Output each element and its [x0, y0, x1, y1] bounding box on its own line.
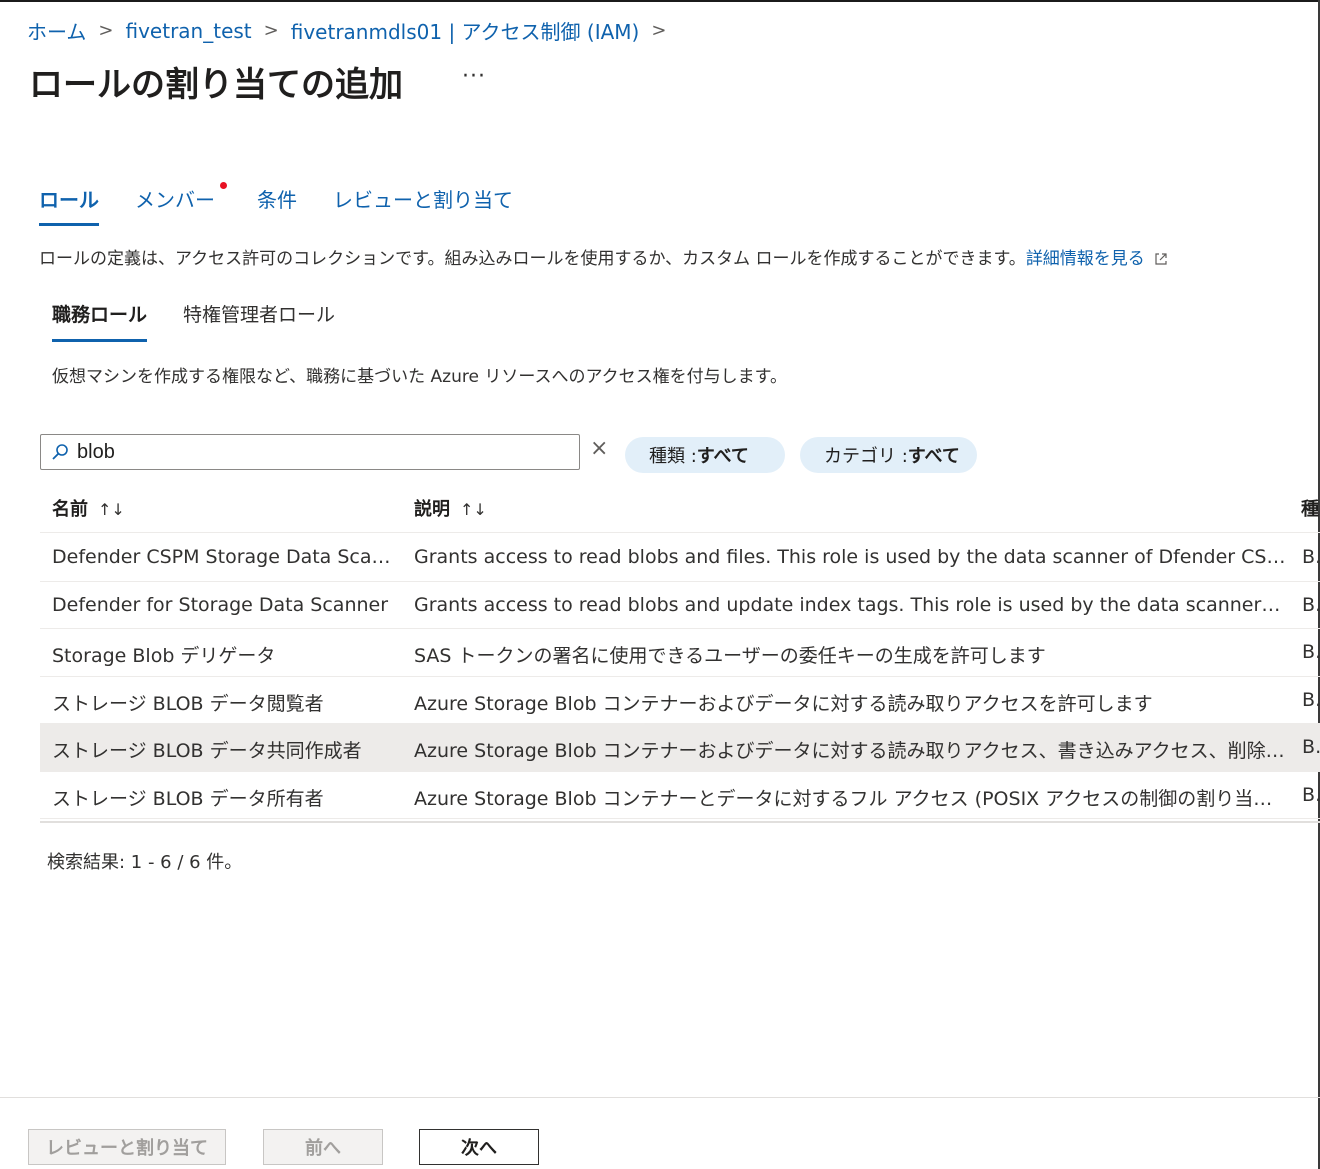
tab-privileged-admin-roles[interactable]: 特権管理者ロール — [183, 300, 335, 342]
required-dot-icon — [220, 182, 227, 189]
column-name-label: 名前 — [52, 499, 88, 520]
next-button[interactable]: 次へ — [419, 1129, 539, 1165]
role-description-cell: Azure Storage Blob コンテナーおよびデータに対する読み取りアク… — [414, 740, 1286, 762]
table-row[interactable]: Defender for Storage Data Scanner Grants… — [40, 582, 1320, 629]
column-description-label: 説明 — [414, 499, 450, 520]
tab-conditions-label: 条件 — [257, 188, 297, 212]
column-header-name[interactable]: 名前 ↑↓ — [52, 495, 125, 521]
clear-search-icon[interactable]: × — [590, 436, 608, 461]
role-description-cell: Azure Storage Blob コンテナーおよびデータに対する読み取りアク… — [414, 692, 1153, 715]
chevron-right-icon: > — [263, 20, 279, 41]
tab-job-function-roles[interactable]: 職務ロール — [52, 300, 148, 342]
breadcrumb-iam[interactable]: fivetranmdls01 | アクセス制御 (IAM) — [291, 16, 640, 45]
role-type-cell: BuiltInRole — [1302, 641, 1320, 663]
role-type-cell: BuiltInRole — [1302, 783, 1320, 806]
table-row[interactable]: Defender CSPM Storage Data Scanner Grant… — [40, 534, 1320, 582]
intro-description: ロールの定義は、アクセス許可のコレクションです。組み込みロールを使用するか、カス… — [39, 249, 1026, 269]
role-type-cell: BuiltInRole — [1302, 736, 1320, 758]
review-assign-button[interactable]: レビューと割り当て — [28, 1129, 226, 1165]
role-type-cell: BuiltInRole — [1302, 593, 1320, 616]
type-filter-pill[interactable]: 種類 : すべて — [625, 437, 785, 473]
tab-members[interactable]: メンバー — [135, 182, 227, 226]
category-filter-pill[interactable]: カテゴリ : すべて — [800, 437, 977, 473]
table-row[interactable]: Storage Blob デリゲータ SAS トークンの署名に使用できるユーザー… — [40, 629, 1320, 677]
tab-review-assign[interactable]: レビューと割り当て — [333, 184, 513, 226]
category-filter-label: カテゴリ : — [824, 446, 908, 467]
column-header-type[interactable]: 種 — [1301, 495, 1319, 521]
tab-conditions[interactable]: 条件 — [257, 184, 297, 226]
table-row[interactable]: ストレージ BLOB データ所有者 Azure Storage Blob コンテ… — [40, 772, 1320, 819]
role-description-cell: Grants access to read blobs and update i… — [414, 593, 1286, 616]
external-link-icon — [1155, 253, 1167, 265]
window-top-border — [0, 0, 1320, 2]
table-header: 名前 ↑↓ 説明 ↑↓ 種 — [40, 486, 1320, 533]
category-filter-value: すべて — [907, 446, 960, 467]
sort-arrows-icon: ↑↓ — [460, 500, 487, 519]
intro-text: ロールの定義は、アクセス許可のコレクションです。組み込みロールを使用するか、カス… — [39, 244, 1168, 269]
role-name-cell: Defender for Storage Data Scanner — [52, 593, 389, 616]
role-name-cell: Defender CSPM Storage Data Scanner — [52, 546, 392, 568]
column-header-description[interactable]: 説明 ↑↓ — [414, 495, 487, 521]
tab-role[interactable]: ロール — [39, 184, 99, 226]
breadcrumb-resource-group[interactable]: fivetran_test — [126, 19, 252, 43]
role-search-input[interactable] — [77, 440, 557, 464]
table-row[interactable]: ストレージ BLOB データ閲覧者 Azure Storage Blob コンテ… — [40, 677, 1320, 724]
role-name-cell: Storage Blob デリゲータ — [52, 645, 276, 667]
role-table-body: Defender CSPM Storage Data Scanner Grant… — [40, 534, 1320, 819]
chevron-right-icon: > — [651, 20, 667, 41]
previous-button[interactable]: 前へ — [263, 1129, 383, 1165]
table-bottom-divider — [40, 821, 1320, 823]
breadcrumb: ホーム > fivetran_test > fivetranmdls01 | ア… — [27, 16, 678, 45]
role-name-cell: ストレージ BLOB データ所有者 — [52, 787, 324, 810]
footer-divider — [0, 1097, 1320, 1098]
role-name-cell: ストレージ BLOB データ閲覧者 — [52, 692, 324, 715]
search-icon — [52, 444, 68, 460]
job-function-description: 仮想マシンを作成する権限など、職務に基づいた Azure リソースへのアクセス権… — [52, 367, 787, 387]
role-description-cell: Grants access to read blobs and files. T… — [414, 546, 1286, 568]
type-filter-value: すべて — [696, 446, 749, 467]
learn-more-link[interactable]: 詳細情報を見る — [1026, 249, 1145, 269]
result-count: 検索結果: 1 - 6 / 6 件。 — [47, 852, 243, 873]
sort-arrows-icon: ↑↓ — [98, 500, 125, 519]
role-name-cell: ストレージ BLOB データ共同作成者 — [52, 740, 362, 762]
role-type-tabs: 職務ロール 特権管理者ロール — [52, 300, 371, 342]
role-type-cell: BuiltInRole — [1302, 688, 1320, 711]
tab-role-label: ロール — [39, 188, 99, 212]
table-row-selected[interactable]: ストレージ BLOB データ共同作成者 Azure Storage Blob コ… — [40, 724, 1320, 772]
type-filter-label: 種類 : — [649, 446, 697, 467]
role-type-cell: BuiltInRole — [1302, 546, 1320, 568]
page-title: ロールの割り当ての追加 — [29, 65, 403, 105]
role-description-cell: SAS トークンの署名に使用できるユーザーの委任キーの生成を許可します — [414, 645, 1046, 667]
role-description-cell: Azure Storage Blob コンテナーとデータに対するフル アクセス … — [414, 787, 1286, 810]
role-search-box[interactable] — [40, 434, 580, 470]
wizard-tabs: ロール メンバー 条件 レビューと割り当て — [39, 182, 549, 226]
breadcrumb-home[interactable]: ホーム — [27, 16, 86, 45]
chevron-right-icon: > — [98, 20, 114, 41]
tab-review-assign-label: レビューと割り当て — [333, 188, 513, 212]
tab-members-label: メンバー — [135, 188, 215, 212]
more-options-icon[interactable]: ··· — [462, 64, 486, 89]
